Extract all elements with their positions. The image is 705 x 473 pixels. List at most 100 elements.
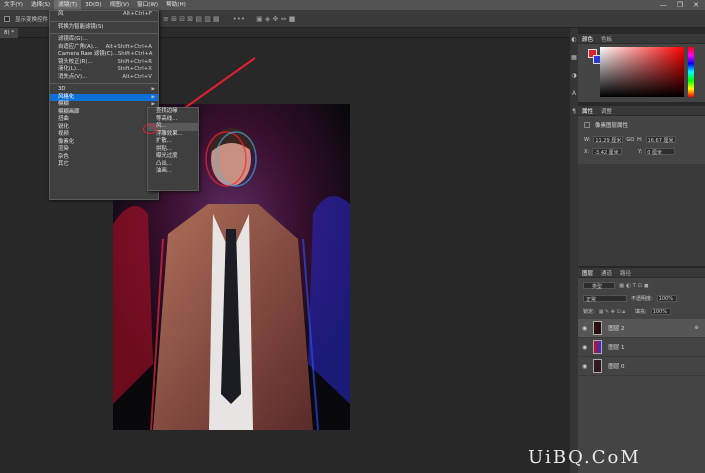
filter-menu-item[interactable]: 滤镜库(G)... [50,36,158,44]
width-field[interactable]: 11.29 厘米 [593,136,624,144]
filter-menu-item[interactable]: 风格化 ▶ [50,93,158,101]
layer-filter-select[interactable]: 类型 [583,282,615,290]
tab-layers[interactable]: 图层 [582,269,593,277]
filter-menu-item-label: 3D [58,86,66,92]
filter-menu-item-label: 模糊 [58,101,69,107]
minimize-button[interactable]: — [660,1,667,9]
more-options-icon[interactable]: ••• [233,15,245,23]
x-label: X: [584,148,590,155]
lock-icons[interactable]: ▦ ✎ ✥ ⊡ 🔒︎ [599,309,625,315]
visibility-eye-icon[interactable]: ◉ [582,363,587,370]
layer-row[interactable]: ◉ 图层 1 [578,338,705,357]
filter-menu-item[interactable]: 模糊画廊▶ [50,109,158,117]
visibility-eye-icon[interactable]: ◉ [582,344,587,351]
stylize-submenu-item-label: 等高线... [156,115,178,122]
stylize-submenu-item-label: 风... [156,123,167,129]
color-panel-header: 颜色 色板 [578,34,705,44]
layer-row[interactable]: ◉ 图层 0 [578,357,705,376]
filter-menu-item[interactable]: 渲染▶ [50,146,158,154]
menu-type[interactable]: 文字(Y) [0,0,27,10]
filter-menu-item[interactable]: 锐化▶ [50,124,158,132]
stylize-submenu-item[interactable]: 拼贴... [148,146,198,154]
layer-type-icon [584,122,590,128]
show-transform-checkbox[interactable] [4,15,10,22]
paragraph-icon[interactable]: ¶ [572,108,576,115]
stylize-submenu-item-label: 拼贴... [156,145,172,152]
filter-menu-item[interactable]: 模糊 ▶ [50,101,158,109]
menu-select[interactable]: 选择(S) [27,0,54,10]
color-picker-field[interactable] [600,47,684,97]
character-icon[interactable]: A [572,90,576,97]
filter-menu-item-label: 杂色 [58,153,69,160]
fill-field[interactable]: 100% [650,308,671,315]
3d-mode-icons[interactable]: ▣ ◈ ✥ ⇔ ■ [256,15,295,23]
properties-title: 像素图层属性 [595,123,629,129]
maximize-button[interactable]: ❐ [677,1,683,9]
stylize-submenu-item[interactable]: 查找边缘 [148,108,198,116]
filter-menu-item[interactable]: 自适应广角(A)... Alt+Shift+Ctrl+A [50,44,158,52]
stylize-submenu-item[interactable]: 油画... [148,168,198,176]
filter-menu-item[interactable]: 消失点(V)... Alt+Ctrl+V [50,74,158,82]
color-panel-icon[interactable]: ◐ [571,36,576,43]
tab-color[interactable]: 颜色 [582,35,593,43]
tab-channels[interactable]: 通道 [601,269,612,277]
filter-menu-item[interactable]: 转换为智能滤镜(S) [50,24,158,32]
filter-menu-item-label: 视频 [58,131,69,137]
filter-menu-item[interactable]: 杂色▶ [50,154,158,162]
filter-menu-item-label: 消失点(V)... [58,73,88,80]
close-button[interactable]: ✕ [693,1,699,9]
filter-menu-item-label: 滤镜库(G)... [58,36,88,42]
swatches-icon[interactable]: ▦ [571,54,577,61]
stylize-submenu-item[interactable]: 等高线... [148,116,198,124]
properties-panel-header: 属性 调整 [578,106,705,116]
opacity-field[interactable]: 100% [656,295,677,302]
menu-separator [50,83,158,84]
filter-menu-item[interactable]: 其它▶ [50,161,158,169]
filter-menu-item[interactable]: 3D ▶ [50,86,158,94]
filter-menu-item[interactable]: 扭曲▶ [50,116,158,124]
window-controls: — ❐ ✕ [660,1,705,9]
layer-filter-icons[interactable]: ▦ ◐ T ⊡ ◼ [619,283,649,289]
visibility-eye-icon[interactable]: ◉ [582,325,587,332]
filter-menu-item[interactable]: 液化(L)... Shift+Ctrl+X [50,66,158,74]
shortcut-label: Alt+Ctrl+F [122,11,152,17]
filter-menu-item-label: 自适应广角(A)... [58,43,98,50]
menu-filter[interactable]: 滤镜(T) [54,0,82,10]
panel-icon-strip: ◐ ▦ ◑ A ¶ [570,28,578,473]
blend-mode-select[interactable]: 正常 [583,295,627,303]
filter-menu-item-label: 锐化 [58,123,69,130]
shortcut-label: Shift+Ctrl+R [117,58,152,65]
tab-swatches[interactable]: 色板 [601,35,612,43]
layer-thumbnail [593,321,603,335]
stylize-submenu-item-label: 浮雕效果... [156,130,183,137]
tab-adjustments[interactable]: 调整 [601,107,612,115]
tab-properties[interactable]: 属性 [582,107,593,115]
filter-menu-item[interactable]: 像素化▶ [50,139,158,147]
filter-menu-item[interactable]: 视频▶ [50,131,158,139]
filter-menu-item-label: 风 [58,11,64,17]
menu-view[interactable]: 视图(V) [106,0,133,10]
filter-menu-item[interactable]: 镜头校正(R)... Shift+Ctrl+R [50,59,158,67]
y-field[interactable]: 0 厘米 [645,148,676,156]
align-icons[interactable]: ≡ ⊞ ⊟ ⊠ ▤ ▥ ▦ [163,15,220,23]
shortcut-label: Alt+Ctrl+V [122,73,152,80]
menu-3d[interactable]: 3D(D) [81,0,106,10]
menu-window[interactable]: 窗口(W) [133,0,162,10]
filter-menu-item[interactable]: 风 Alt+Ctrl+F [50,11,158,19]
menu-help[interactable]: 帮助(H) [162,0,190,10]
layers-panel-header: 图层 通道 路径 [578,268,705,278]
stylize-submenu-item[interactable]: 凸出... [148,161,198,169]
x-field[interactable]: -3.42 厘米 [592,148,623,156]
hue-slider[interactable] [688,47,694,97]
filter-menu-item[interactable]: Camera Raw 滤镜(C)... Shift+Ctrl+A [50,51,158,59]
document-tab[interactable]: 8) * [0,28,19,38]
link-dimensions-button[interactable]: GO [626,137,634,143]
layer-row[interactable]: ◉ 图层 2 ⊕ [578,319,705,338]
layer-name: 图层 0 [608,364,625,370]
adjust-icon[interactable]: ◑ [571,72,576,79]
watermark-text: UiBQ.CoM [528,447,641,468]
tab-paths[interactable]: 路径 [620,269,631,277]
height-field[interactable]: 16.67 厘米 [645,136,676,144]
stylize-submenu-item[interactable]: 扩散... [148,138,198,146]
stylize-submenu-item[interactable]: 曝光过度 [148,153,198,161]
